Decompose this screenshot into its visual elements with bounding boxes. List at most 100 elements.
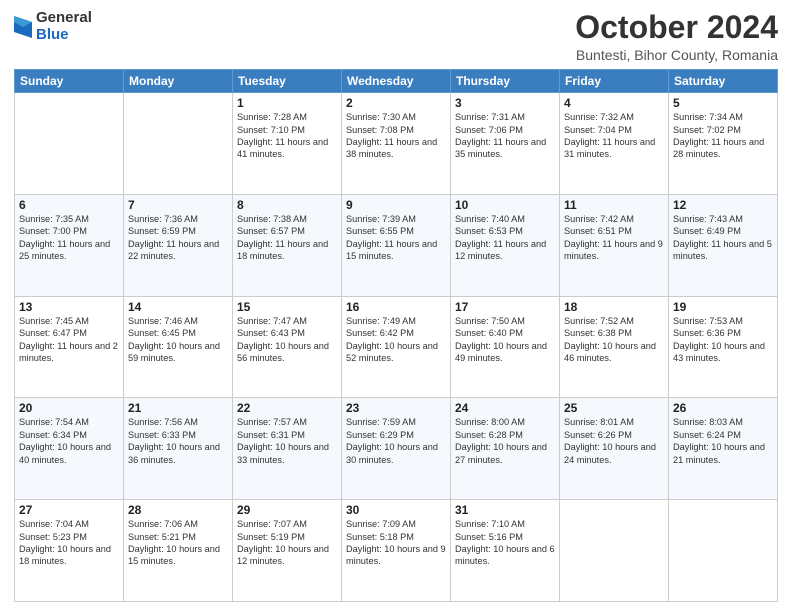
week-row-3: 13Sunrise: 7:45 AM Sunset: 6:47 PM Dayli… bbox=[15, 296, 778, 398]
day-info: Sunrise: 7:57 AM Sunset: 6:31 PM Dayligh… bbox=[237, 416, 337, 466]
day-cell: 22Sunrise: 7:57 AM Sunset: 6:31 PM Dayli… bbox=[233, 398, 342, 500]
day-info: Sunrise: 7:40 AM Sunset: 6:53 PM Dayligh… bbox=[455, 213, 555, 263]
day-info: Sunrise: 7:42 AM Sunset: 6:51 PM Dayligh… bbox=[564, 213, 664, 263]
day-cell: 14Sunrise: 7:46 AM Sunset: 6:45 PM Dayli… bbox=[124, 296, 233, 398]
day-number: 3 bbox=[455, 96, 555, 110]
day-number: 20 bbox=[19, 401, 119, 415]
day-info: Sunrise: 7:36 AM Sunset: 6:59 PM Dayligh… bbox=[128, 213, 228, 263]
logo-icon bbox=[14, 16, 32, 38]
day-info: Sunrise: 7:45 AM Sunset: 6:47 PM Dayligh… bbox=[19, 315, 119, 365]
day-number: 4 bbox=[564, 96, 664, 110]
day-info: Sunrise: 7:47 AM Sunset: 6:43 PM Dayligh… bbox=[237, 315, 337, 365]
day-cell: 6Sunrise: 7:35 AM Sunset: 7:00 PM Daylig… bbox=[15, 194, 124, 296]
day-info: Sunrise: 7:09 AM Sunset: 5:18 PM Dayligh… bbox=[346, 518, 446, 568]
day-cell: 26Sunrise: 8:03 AM Sunset: 6:24 PM Dayli… bbox=[669, 398, 778, 500]
day-info: Sunrise: 7:59 AM Sunset: 6:29 PM Dayligh… bbox=[346, 416, 446, 466]
day-cell: 24Sunrise: 8:00 AM Sunset: 6:28 PM Dayli… bbox=[451, 398, 560, 500]
day-info: Sunrise: 7:49 AM Sunset: 6:42 PM Dayligh… bbox=[346, 315, 446, 365]
day-number: 13 bbox=[19, 300, 119, 314]
week-row-1: 1Sunrise: 7:28 AM Sunset: 7:10 PM Daylig… bbox=[15, 93, 778, 195]
day-info: Sunrise: 8:01 AM Sunset: 6:26 PM Dayligh… bbox=[564, 416, 664, 466]
day-cell: 16Sunrise: 7:49 AM Sunset: 6:42 PM Dayli… bbox=[342, 296, 451, 398]
day-cell bbox=[560, 500, 669, 602]
day-info: Sunrise: 7:52 AM Sunset: 6:38 PM Dayligh… bbox=[564, 315, 664, 365]
day-info: Sunrise: 7:31 AM Sunset: 7:06 PM Dayligh… bbox=[455, 111, 555, 161]
day-number: 2 bbox=[346, 96, 446, 110]
day-number: 16 bbox=[346, 300, 446, 314]
day-cell: 8Sunrise: 7:38 AM Sunset: 6:57 PM Daylig… bbox=[233, 194, 342, 296]
day-info: Sunrise: 8:03 AM Sunset: 6:24 PM Dayligh… bbox=[673, 416, 773, 466]
day-cell: 29Sunrise: 7:07 AM Sunset: 5:19 PM Dayli… bbox=[233, 500, 342, 602]
day-number: 14 bbox=[128, 300, 228, 314]
day-cell: 10Sunrise: 7:40 AM Sunset: 6:53 PM Dayli… bbox=[451, 194, 560, 296]
col-header-saturday: Saturday bbox=[669, 70, 778, 93]
day-number: 31 bbox=[455, 503, 555, 517]
day-info: Sunrise: 7:53 AM Sunset: 6:36 PM Dayligh… bbox=[673, 315, 773, 365]
day-info: Sunrise: 7:32 AM Sunset: 7:04 PM Dayligh… bbox=[564, 111, 664, 161]
day-cell: 20Sunrise: 7:54 AM Sunset: 6:34 PM Dayli… bbox=[15, 398, 124, 500]
day-info: Sunrise: 7:46 AM Sunset: 6:45 PM Dayligh… bbox=[128, 315, 228, 365]
day-number: 15 bbox=[237, 300, 337, 314]
main-title: October 2024 bbox=[575, 10, 778, 45]
day-number: 9 bbox=[346, 198, 446, 212]
day-info: Sunrise: 7:35 AM Sunset: 7:00 PM Dayligh… bbox=[19, 213, 119, 263]
day-number: 7 bbox=[128, 198, 228, 212]
day-cell: 25Sunrise: 8:01 AM Sunset: 6:26 PM Dayli… bbox=[560, 398, 669, 500]
page: General Blue October 2024 Buntesti, Biho… bbox=[0, 0, 792, 612]
day-number: 29 bbox=[237, 503, 337, 517]
day-cell: 13Sunrise: 7:45 AM Sunset: 6:47 PM Dayli… bbox=[15, 296, 124, 398]
logo-general-text: General bbox=[36, 10, 92, 27]
col-header-thursday: Thursday bbox=[451, 70, 560, 93]
day-cell: 1Sunrise: 7:28 AM Sunset: 7:10 PM Daylig… bbox=[233, 93, 342, 195]
day-cell: 28Sunrise: 7:06 AM Sunset: 5:21 PM Dayli… bbox=[124, 500, 233, 602]
day-cell: 2Sunrise: 7:30 AM Sunset: 7:08 PM Daylig… bbox=[342, 93, 451, 195]
week-row-5: 27Sunrise: 7:04 AM Sunset: 5:23 PM Dayli… bbox=[15, 500, 778, 602]
day-cell: 3Sunrise: 7:31 AM Sunset: 7:06 PM Daylig… bbox=[451, 93, 560, 195]
logo-blue-text: Blue bbox=[36, 27, 92, 44]
day-number: 8 bbox=[237, 198, 337, 212]
day-info: Sunrise: 8:00 AM Sunset: 6:28 PM Dayligh… bbox=[455, 416, 555, 466]
day-info: Sunrise: 7:04 AM Sunset: 5:23 PM Dayligh… bbox=[19, 518, 119, 568]
day-number: 27 bbox=[19, 503, 119, 517]
day-info: Sunrise: 7:39 AM Sunset: 6:55 PM Dayligh… bbox=[346, 213, 446, 263]
day-cell bbox=[669, 500, 778, 602]
week-row-2: 6Sunrise: 7:35 AM Sunset: 7:00 PM Daylig… bbox=[15, 194, 778, 296]
day-number: 22 bbox=[237, 401, 337, 415]
day-number: 26 bbox=[673, 401, 773, 415]
logo: General Blue bbox=[14, 10, 92, 43]
day-cell: 11Sunrise: 7:42 AM Sunset: 6:51 PM Dayli… bbox=[560, 194, 669, 296]
day-info: Sunrise: 7:07 AM Sunset: 5:19 PM Dayligh… bbox=[237, 518, 337, 568]
day-number: 6 bbox=[19, 198, 119, 212]
day-cell: 12Sunrise: 7:43 AM Sunset: 6:49 PM Dayli… bbox=[669, 194, 778, 296]
day-number: 12 bbox=[673, 198, 773, 212]
day-cell: 5Sunrise: 7:34 AM Sunset: 7:02 PM Daylig… bbox=[669, 93, 778, 195]
day-number: 23 bbox=[346, 401, 446, 415]
day-cell: 4Sunrise: 7:32 AM Sunset: 7:04 PM Daylig… bbox=[560, 93, 669, 195]
week-row-4: 20Sunrise: 7:54 AM Sunset: 6:34 PM Dayli… bbox=[15, 398, 778, 500]
day-info: Sunrise: 7:10 AM Sunset: 5:16 PM Dayligh… bbox=[455, 518, 555, 568]
day-cell: 31Sunrise: 7:10 AM Sunset: 5:16 PM Dayli… bbox=[451, 500, 560, 602]
day-cell: 18Sunrise: 7:52 AM Sunset: 6:38 PM Dayli… bbox=[560, 296, 669, 398]
day-info: Sunrise: 7:38 AM Sunset: 6:57 PM Dayligh… bbox=[237, 213, 337, 263]
day-number: 24 bbox=[455, 401, 555, 415]
day-cell: 23Sunrise: 7:59 AM Sunset: 6:29 PM Dayli… bbox=[342, 398, 451, 500]
day-info: Sunrise: 7:50 AM Sunset: 6:40 PM Dayligh… bbox=[455, 315, 555, 365]
day-number: 25 bbox=[564, 401, 664, 415]
day-cell: 9Sunrise: 7:39 AM Sunset: 6:55 PM Daylig… bbox=[342, 194, 451, 296]
header: General Blue October 2024 Buntesti, Biho… bbox=[14, 10, 778, 63]
day-number: 28 bbox=[128, 503, 228, 517]
day-number: 11 bbox=[564, 198, 664, 212]
day-number: 1 bbox=[237, 96, 337, 110]
day-cell: 7Sunrise: 7:36 AM Sunset: 6:59 PM Daylig… bbox=[124, 194, 233, 296]
subtitle: Buntesti, Bihor County, Romania bbox=[575, 47, 778, 63]
col-header-sunday: Sunday bbox=[15, 70, 124, 93]
day-number: 10 bbox=[455, 198, 555, 212]
day-number: 19 bbox=[673, 300, 773, 314]
header-row: SundayMondayTuesdayWednesdayThursdayFrid… bbox=[15, 70, 778, 93]
day-number: 5 bbox=[673, 96, 773, 110]
day-cell: 27Sunrise: 7:04 AM Sunset: 5:23 PM Dayli… bbox=[15, 500, 124, 602]
day-info: Sunrise: 7:54 AM Sunset: 6:34 PM Dayligh… bbox=[19, 416, 119, 466]
logo-text: General Blue bbox=[36, 10, 92, 43]
day-cell: 30Sunrise: 7:09 AM Sunset: 5:18 PM Dayli… bbox=[342, 500, 451, 602]
day-cell: 19Sunrise: 7:53 AM Sunset: 6:36 PM Dayli… bbox=[669, 296, 778, 398]
